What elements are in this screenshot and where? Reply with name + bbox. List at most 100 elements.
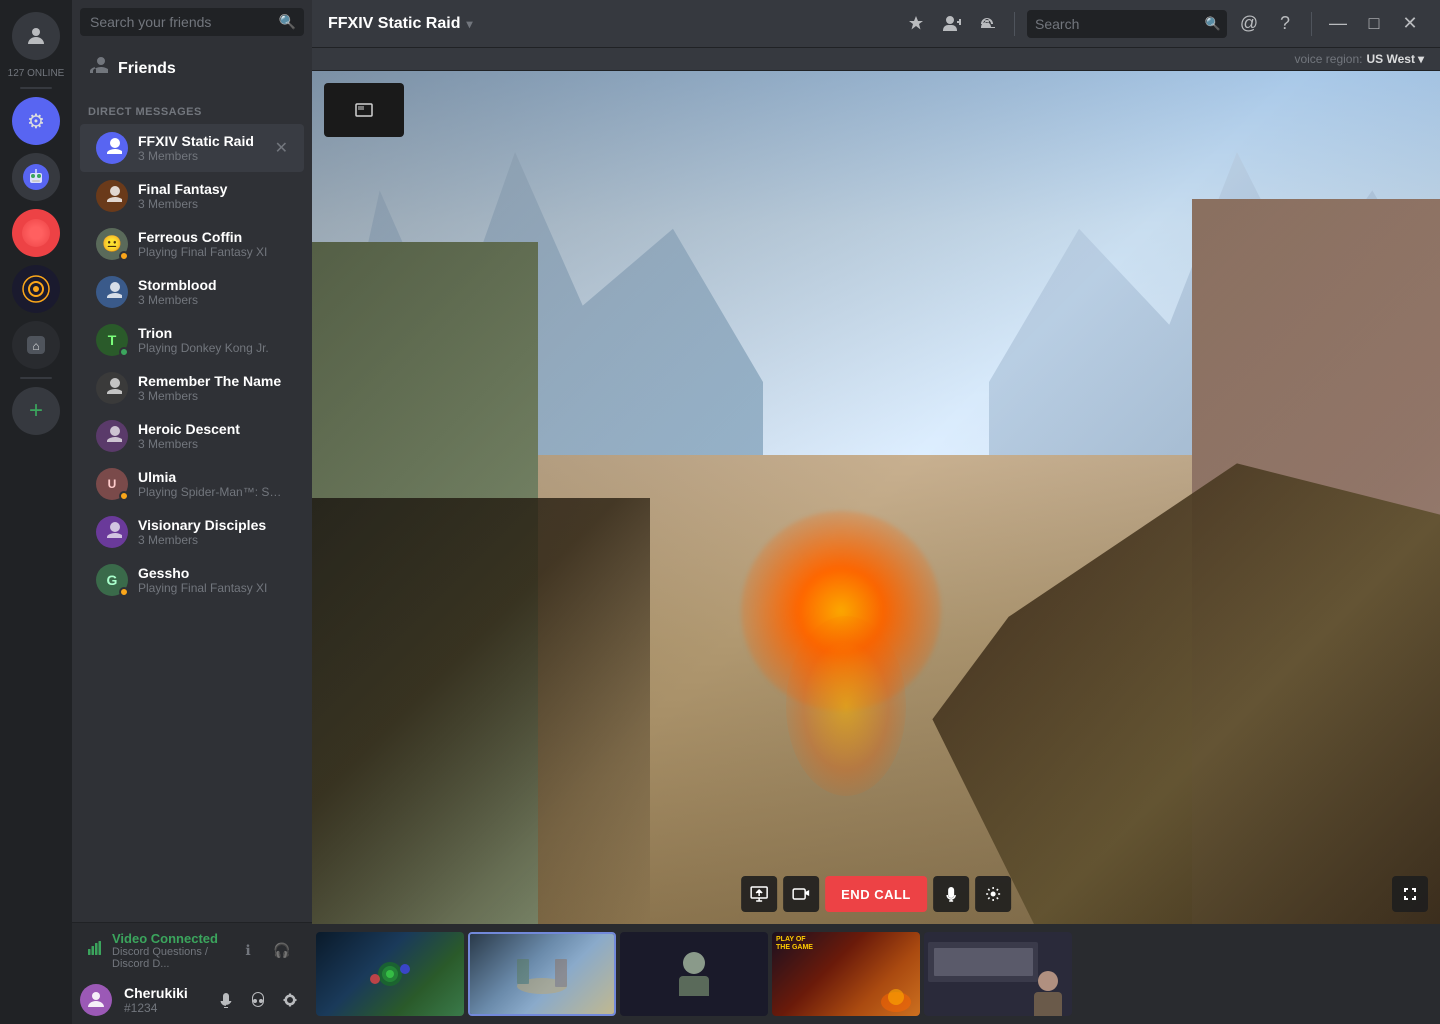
dm-name-ff: Final Fantasy — [138, 181, 288, 197]
friends-search-icon: 🔍 — [279, 14, 296, 31]
thumbnail-3[interactable] — [620, 932, 768, 1016]
server-sidebar: 127 ONLINE ⚙ ⌂ + — [0, 0, 72, 1024]
mute-button[interactable] — [212, 986, 240, 1014]
dm-name-heroic: Heroic Descent — [138, 421, 288, 437]
dm-item-heroic[interactable]: Heroic Descent 3 Members ✕ — [80, 412, 304, 460]
add-member-button[interactable] — [938, 10, 966, 38]
dm-name-visionary: Visionary Disciples — [138, 517, 288, 533]
screen-share-button[interactable] — [741, 876, 777, 912]
settings-video-button[interactable] — [975, 876, 1011, 912]
thumbnail-4[interactable]: PLAY OFTHE GAME — [772, 932, 920, 1016]
deafen-button[interactable] — [244, 986, 272, 1014]
user-bar: Cherukiki #1234 — [72, 976, 312, 1024]
add-server-button[interactable]: + — [12, 387, 60, 435]
dm-name-gessho: Gessho — [138, 565, 288, 581]
dm-name-trion: Trion — [138, 325, 288, 341]
server-icon-overwatch[interactable] — [12, 265, 60, 313]
svg-text:⌂: ⌂ — [32, 339, 39, 353]
voice-headset-button[interactable]: 🎧 — [268, 937, 296, 965]
dm-item-trion[interactable]: T Trion Playing Donkey Kong Jr. ✕ — [80, 316, 304, 364]
server-divider — [20, 87, 52, 89]
dm-sub-heroic: 3 Members — [138, 437, 288, 451]
dm-list: FFXIV Static Raid 3 Members ✕ Final Fant… — [72, 124, 312, 922]
thumbnail-1[interactable] — [316, 932, 464, 1016]
dm-name-ffxiv: FFXIV Static Raid — [138, 133, 275, 149]
members-button[interactable] — [974, 10, 1002, 38]
voice-status-bar: Video Connected Discord Questions / Disc… — [72, 922, 312, 976]
thumbnail-5[interactable] — [924, 932, 1072, 1016]
dm-name-stormblood: Stormblood — [138, 277, 288, 293]
friends-search-container: 🔍 — [72, 0, 312, 44]
channel-dropdown-icon[interactable]: ▾ — [466, 17, 472, 31]
user-avatar — [80, 984, 112, 1016]
server-icon-chair[interactable]: ⌂ — [12, 321, 60, 369]
top-bar-divider — [1014, 12, 1015, 36]
thumbnail-strip: PLAY OFTHE GAME — [312, 924, 1440, 1024]
close-button[interactable]: ✕ — [1396, 10, 1424, 38]
fullscreen-button[interactable] — [1392, 876, 1428, 912]
mute-video-button[interactable] — [933, 876, 969, 912]
user-discriminator: #1234 — [124, 1001, 208, 1015]
scene-overlay — [312, 71, 1440, 924]
thumbnail-2[interactable] — [468, 932, 616, 1016]
search-icon: 🔍 — [1205, 16, 1221, 32]
pin-button[interactable] — [902, 10, 930, 38]
dm-sub-ffxiv: 3 Members — [138, 149, 275, 163]
voice-region-bar: voice region: US West ▾ — [312, 48, 1440, 71]
dm-item-ulmia[interactable]: U Ulmia Playing Spider-Man™: Shattered D… — [80, 460, 304, 508]
friends-nav-item[interactable]: Friends — [72, 44, 312, 88]
end-call-button[interactable]: END CALL — [825, 876, 927, 912]
voice-status-label: Video Connected — [112, 931, 228, 946]
username: Cherukiki — [124, 985, 208, 1001]
dm-item-ff[interactable]: Final Fantasy 3 Members ✕ — [80, 172, 304, 220]
channel-title: FFXIV Static Raid ▾ — [328, 15, 473, 33]
dm-close-ffxiv[interactable]: ✕ — [275, 138, 288, 158]
dm-item-ferreous[interactable]: 😐 Ferreous Coffin Playing Final Fantasy … — [80, 220, 304, 268]
channel-name: FFXIV Static Raid — [328, 15, 460, 33]
home-button[interactable] — [12, 12, 60, 60]
top-bar-divider-2 — [1311, 12, 1312, 36]
main-content: FFXIV Static Raid ▾ 🔍 — [312, 0, 1440, 1024]
signal-icon — [88, 941, 102, 960]
dm-sub-ferreous: Playing Final Fantasy XI — [138, 245, 288, 259]
camera-button[interactable] — [783, 876, 819, 912]
server-icon-robot[interactable] — [12, 153, 60, 201]
voice-status-sub: Discord Questions / Discord D... — [112, 946, 228, 970]
dm-sub-gessho: Playing Final Fantasy XI — [138, 581, 288, 595]
maximize-button[interactable]: □ — [1360, 10, 1388, 38]
search-input[interactable] — [1027, 10, 1227, 38]
online-count: 127 ONLINE — [8, 68, 65, 79]
dm-sub-stormblood: 3 Members — [138, 293, 288, 307]
mini-view-toggle[interactable] — [324, 83, 404, 137]
friends-search-input[interactable] — [80, 8, 304, 36]
friends-panel: 🔍 Friends DIRECT MESSAGES FFXIV Static — [72, 0, 312, 1024]
voice-info-button[interactable]: ℹ — [234, 937, 262, 965]
friends-header-label: Friends — [118, 60, 176, 78]
dm-item-gessho[interactable]: G Gessho Playing Final Fantasy XI ✕ — [80, 556, 304, 604]
server-icon-red[interactable] — [12, 209, 60, 257]
server-divider-2 — [20, 377, 52, 379]
dm-item-visionary[interactable]: Visionary Disciples 3 Members ✕ — [80, 508, 304, 556]
dm-item-rtn[interactable]: Remember The Name 3 Members ✕ — [80, 364, 304, 412]
dm-sub-ulmia: Playing Spider-Man™: Shattered Dimen... — [138, 485, 288, 499]
dm-name-ulmia: Ulmia — [138, 469, 288, 485]
user-settings-button[interactable] — [276, 986, 304, 1014]
friends-icon — [88, 56, 108, 82]
video-background — [312, 71, 1440, 924]
search-wrap: 🔍 — [1027, 10, 1227, 38]
voice-region-value[interactable]: US West ▾ — [1367, 52, 1425, 66]
user-controls — [212, 986, 304, 1014]
minimize-button[interactable]: — — [1324, 10, 1352, 38]
dm-name-rtn: Remember The Name — [138, 373, 288, 389]
top-bar: FFXIV Static Raid ▾ 🔍 — [312, 0, 1440, 48]
server-icon-ffxiv[interactable]: ⚙ — [12, 97, 60, 145]
video-area: END CALL — [312, 71, 1440, 1024]
at-button[interactable]: @ — [1235, 10, 1263, 38]
dm-sub-visionary: 3 Members — [138, 533, 288, 547]
help-button[interactable]: ? — [1271, 10, 1299, 38]
dm-sub-ff: 3 Members — [138, 197, 288, 211]
dm-item-ffxiv[interactable]: FFXIV Static Raid 3 Members ✕ — [80, 124, 304, 172]
main-video: END CALL — [312, 71, 1440, 924]
dm-sub-rtn: 3 Members — [138, 389, 288, 403]
dm-item-stormblood[interactable]: Stormblood 3 Members ✕ — [80, 268, 304, 316]
